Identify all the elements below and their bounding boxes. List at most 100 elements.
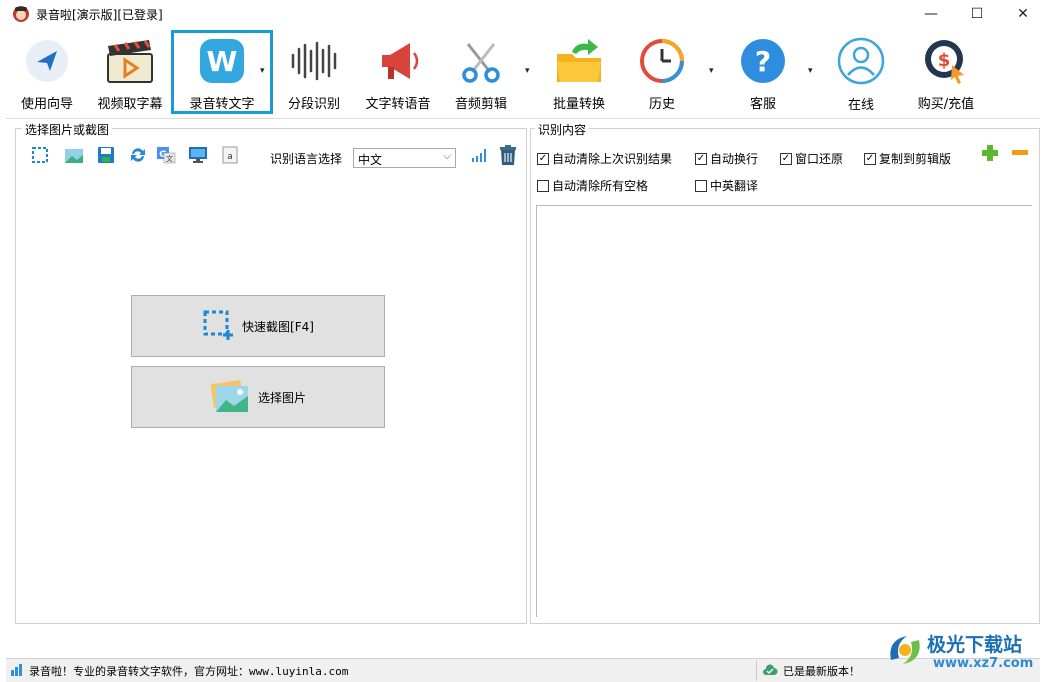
svg-text:$: $ xyxy=(938,50,951,71)
status-message: 录音啦！专业的录音转文字软件，官方网址：www.luyinla.com xyxy=(29,665,349,678)
language-select-value: 中文 xyxy=(358,153,383,167)
toolbar-customer-service[interactable]: ? 客服 xyxy=(733,32,793,112)
navigation-arrow-icon xyxy=(22,36,72,85)
toolbar-segment-recognition[interactable]: 分段识别 xyxy=(282,32,346,112)
checkbox-unchecked-icon xyxy=(695,179,707,192)
svg-text:文: 文 xyxy=(166,154,173,163)
cn-en-translate-checkbox[interactable]: 中英翻译 xyxy=(695,177,758,194)
svg-text:a: a xyxy=(227,152,233,162)
maximize-button[interactable]: ☐ xyxy=(954,0,1000,28)
text-letter-icon[interactable]: a xyxy=(220,145,240,165)
save-icon[interactable] xyxy=(96,145,116,165)
checkbox-checked-icon: ✓ xyxy=(864,152,876,165)
select-image-button[interactable]: 选择图片 xyxy=(131,366,385,428)
toolbar-audio-to-text-label: 录音转文字 xyxy=(189,97,255,112)
image-picture-icon xyxy=(210,378,250,417)
language-label: 识别语言选择 xyxy=(270,152,343,166)
status-right: 已是最新版本！ xyxy=(762,663,860,679)
service-dropdown-icon[interactable]: ▾ xyxy=(808,66,813,76)
megaphone-icon xyxy=(373,36,423,85)
audio-to-text-dropdown-icon[interactable]: ▾ xyxy=(260,66,265,76)
version-status: 已是最新版本！ xyxy=(783,665,860,678)
copy-to-clipboard-checkbox[interactable]: ✓ 复制到剪辑版 xyxy=(864,150,951,167)
scissors-icon xyxy=(456,36,506,85)
trash-icon[interactable] xyxy=(496,143,520,167)
user-circle-icon xyxy=(836,36,886,86)
clear-all-spaces-checkbox[interactable]: 自动清除所有空格 xyxy=(537,177,648,194)
toolbar-online-label: 在线 xyxy=(847,98,874,113)
status-divider xyxy=(756,661,757,681)
status-left: 录音啦！专业的录音转文字软件，官方网址：www.luyinla.com xyxy=(10,663,348,679)
toolbar-audio-edit-label: 音频剪辑 xyxy=(454,97,507,112)
quick-capture-button[interactable]: 快速截图[F4] xyxy=(131,295,385,357)
toolbar-purchase-label: 购买/充值 xyxy=(917,97,975,112)
watermark-url: www.xz7.com xyxy=(933,656,1034,671)
question-icon: ? xyxy=(738,36,788,85)
minus-icon[interactable] xyxy=(1011,144,1029,162)
toolbar-audio-edit[interactable]: 音频剪辑 xyxy=(448,32,514,112)
checkbox-unchecked-icon xyxy=(537,179,549,192)
toolbar-segment-recognition-label: 分段识别 xyxy=(287,97,340,112)
cn-en-translate-label: 中英翻译 xyxy=(710,179,759,193)
toolbar-guide-label: 使用向导 xyxy=(20,97,73,112)
checkbox-checked-icon: ✓ xyxy=(537,152,549,165)
image-panel-title: 选择图片或截图 xyxy=(22,121,113,138)
language-select[interactable]: 中文 ⌵ xyxy=(353,148,456,168)
folder-arrow-icon xyxy=(554,36,604,85)
waveform-icon xyxy=(289,36,339,85)
minimize-button[interactable]: — xyxy=(908,0,954,28)
window-restore-label: 窗口还原 xyxy=(795,152,844,166)
toolbar-text-to-speech[interactable]: 文字转语音 xyxy=(358,32,438,112)
checkbox-checked-icon: ✓ xyxy=(780,152,792,165)
toolbar-video-subtitle[interactable]: 视频取字幕 xyxy=(92,32,168,112)
toolbar-history-label: 历史 xyxy=(648,97,675,112)
toolbar-online[interactable]: 在线 xyxy=(830,32,892,113)
screen-monitor-icon[interactable] xyxy=(188,145,208,165)
plus-icon[interactable] xyxy=(981,144,999,162)
rotate-icon[interactable] xyxy=(128,145,148,165)
select-image-label: 选择图片 xyxy=(257,390,306,405)
history-dropdown-icon[interactable]: ▾ xyxy=(709,66,714,76)
toolbar-history[interactable]: 历史 xyxy=(632,32,692,112)
recognition-result-textarea[interactable] xyxy=(536,205,1032,617)
watermark-logo-icon xyxy=(885,630,925,673)
auto-wrap-label: 自动换行 xyxy=(710,152,759,166)
window-restore-checkbox[interactable]: ✓ 窗口还原 xyxy=(780,150,843,167)
result-panel-title: 识别内容 xyxy=(535,121,590,138)
svg-text:W: W xyxy=(207,45,238,78)
toolbar-batch-convert[interactable]: 批量转换 xyxy=(546,32,612,112)
signal-level-icon xyxy=(470,145,490,165)
image-panel: 选择图片或截图 G文 a 识别语言选择 中文 ⌵ 快速截图[F4] 选择图片 xyxy=(15,121,527,624)
audio-edit-dropdown-icon[interactable]: ▾ xyxy=(525,66,530,76)
dollar-cursor-icon: $ xyxy=(921,36,971,85)
close-button[interactable]: ✕ xyxy=(1000,0,1046,28)
clock-history-icon xyxy=(637,36,687,85)
open-image-icon[interactable] xyxy=(64,145,84,165)
toolbar-text-to-speech-label: 文字转语音 xyxy=(365,97,431,112)
quick-capture-label: 快速截图[F4] xyxy=(242,319,314,334)
bar-chart-icon xyxy=(10,663,24,679)
toolbar-audio-to-text[interactable]: W 录音转文字 xyxy=(171,30,273,114)
auto-clear-last-label: 自动清除上次识别结果 xyxy=(552,152,673,166)
auto-wrap-checkbox[interactable]: ✓ 自动换行 xyxy=(695,150,758,167)
translate-icon[interactable]: G文 xyxy=(156,145,176,165)
title-bar: 录音啦[演示版][已登录] — ☐ ✕ xyxy=(0,0,1046,28)
copy-to-clipboard-label: 复制到剪辑版 xyxy=(879,152,952,166)
w-letter-icon: W xyxy=(197,37,247,85)
watermark-name: 极光下载站 xyxy=(927,634,1023,656)
auto-clear-last-checkbox[interactable]: ✓ 自动清除上次识别结果 xyxy=(537,150,672,167)
chevron-down-icon: ⌵ xyxy=(443,151,451,162)
cloud-check-icon xyxy=(762,663,778,679)
screenshot-region-icon[interactable] xyxy=(30,145,50,165)
capture-region-icon xyxy=(202,309,234,344)
toolbar-batch-convert-label: 批量转换 xyxy=(552,97,605,112)
toolbar-purchase[interactable]: $ 购买/充值 xyxy=(906,32,986,112)
main-toolbar: 使用向导 视频取字幕 W 录音转文字 ▾ 分段识别 文字转语音 音频剪辑 ▾ 批… xyxy=(6,28,1040,116)
watermark: 极光下载站 www.xz7.com xyxy=(885,628,1045,672)
result-panel: 识别内容 ✓ 自动清除上次识别结果 ✓ 自动换行 ✓ 窗口还原 ✓ 复制到剪辑版… xyxy=(530,121,1040,624)
svg-text:?: ? xyxy=(755,45,771,78)
window-title: 录音啦[演示版][已登录] xyxy=(36,8,163,22)
toolbar-guide[interactable]: 使用向导 xyxy=(12,32,82,112)
toolbar-video-subtitle-label: 视频取字幕 xyxy=(97,97,163,112)
clear-all-spaces-label: 自动清除所有空格 xyxy=(552,179,649,193)
